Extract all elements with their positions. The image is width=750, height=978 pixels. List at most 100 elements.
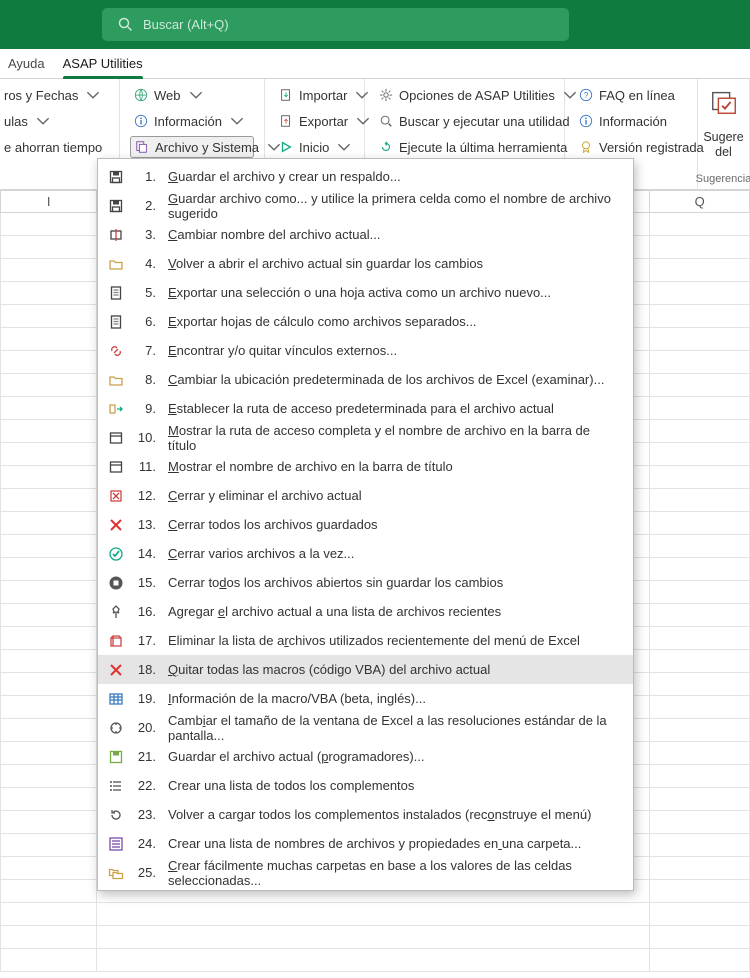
menu-label: Crear fácilmente muchas carpetas en base… xyxy=(168,858,619,888)
tab-asap-utilities[interactable]: ASAP Utilities xyxy=(63,48,143,78)
globe-icon xyxy=(134,88,148,102)
del-icon xyxy=(108,488,124,504)
menu-label: Guardar archivo como... y utilice la pri… xyxy=(168,191,619,221)
btn-ultima-herramienta[interactable]: Ejecute la última herramienta xyxy=(375,136,554,158)
menu-num: 6. xyxy=(136,314,156,329)
chevron-down-icon xyxy=(230,114,244,128)
menu-num: 7. xyxy=(136,343,156,358)
menu-item-24[interactable]: 24.Crear una lista de nombres de archivo… xyxy=(98,829,633,858)
save-icon xyxy=(108,169,124,185)
folder-icon xyxy=(108,256,124,272)
btn-numeros-fechas[interactable]: ros y Fechas xyxy=(0,84,109,106)
win-icon xyxy=(108,459,124,475)
menu-item-18[interactable]: 18.Quitar todas las macros (código VBA) … xyxy=(98,655,633,684)
btn-inicio[interactable]: Inicio xyxy=(275,136,354,158)
menu-num: 11. xyxy=(136,459,156,474)
resize-icon xyxy=(108,720,124,736)
menu-label: Volver a abrir el archivo actual sin gua… xyxy=(168,256,619,271)
rename-icon xyxy=(108,227,124,243)
export-icon xyxy=(279,114,293,128)
search-icon xyxy=(118,17,133,32)
menu-item-17[interactable]: 17. Eliminar la lista de archivos utiliza… xyxy=(98,626,633,655)
menu-item-14[interactable]: 14. Cerrar varios archivos a la vez... xyxy=(98,539,633,568)
menu-item-19[interactable]: 19.Información de la macro/VBA (beta, in… xyxy=(98,684,633,713)
pin-icon xyxy=(108,604,124,620)
menu-item-25[interactable]: 25. Crear fácilmente muchas carpetas en b… xyxy=(98,858,633,887)
menu-item-21[interactable]: 21.Guardar el archivo actual (programado… xyxy=(98,742,633,771)
folder-icon xyxy=(108,372,124,388)
menu-item-9[interactable]: 9.Establecer la ruta de acceso predeterm… xyxy=(98,394,633,423)
menu-item-15[interactable]: 15.Cerrar todos los archivos abiertos si… xyxy=(98,568,633,597)
search-box[interactable]: Buscar (Alt+Q) xyxy=(102,8,569,41)
menu-item-6[interactable]: 6. Exportar hojas de cálculo como archivo… xyxy=(98,307,633,336)
menu-item-5[interactable]: 5.Exportar una selección o una hoja acti… xyxy=(98,278,633,307)
menu-item-10[interactable]: 10. Mostrar la ruta de acceso completa y … xyxy=(98,423,633,452)
menu-item-7[interactable]: 7.Encontrar y/o quitar vínculos externos… xyxy=(98,336,633,365)
menu-num: 16. xyxy=(136,604,156,619)
menu-item-13[interactable]: 13.Cerrar todos los archivos guardados xyxy=(98,510,633,539)
btn-version[interactable]: Versión registrada xyxy=(575,136,687,158)
btn-buscar-utilidad[interactable]: Buscar y ejecutar una utilidad xyxy=(375,110,554,132)
menu-item-16[interactable]: 16.Agregar el archivo actual a una lista… xyxy=(98,597,633,626)
menu-num: 23. xyxy=(136,807,156,822)
suggestions-icon[interactable] xyxy=(709,87,739,117)
menu-num: 14. xyxy=(136,546,156,561)
help-icon: ? xyxy=(579,88,593,102)
menu-item-4[interactable]: 4.Volver a abrir el archivo actual sin g… xyxy=(98,249,633,278)
chevron-down-icon xyxy=(86,88,100,102)
btn-archivo-sistema[interactable]: Archivo y Sistema xyxy=(130,136,254,158)
menu-num: 25. xyxy=(136,865,156,880)
menu-label: Cerrar varios archivos a la vez... xyxy=(168,546,619,561)
col-header-I[interactable]: I xyxy=(1,191,97,213)
recent-icon xyxy=(108,633,124,649)
reload-icon xyxy=(108,807,124,823)
btn-ahorran-tiempo[interactable]: e ahorran tiempo xyxy=(0,136,109,158)
btn-importar[interactable]: Importar xyxy=(275,84,354,106)
save-icon xyxy=(108,198,124,214)
doc-icon xyxy=(108,314,124,330)
btn-faq[interactable]: ? FAQ en línea xyxy=(575,84,687,106)
menu-label: Guardar el archivo actual (programadores… xyxy=(168,749,619,764)
menu-item-22[interactable]: 22.Crear una lista de todos los compleme… xyxy=(98,771,633,800)
tab-ayuda[interactable]: Ayuda xyxy=(8,48,45,78)
menu-num: 20. xyxy=(136,720,156,735)
menu-label: Cerrar y eliminar el archivo actual xyxy=(168,488,619,503)
ribbon-tabs: Ayuda ASAP Utilities xyxy=(0,49,750,79)
menu-item-2[interactable]: 2. Guardar archivo como... y utilice la p… xyxy=(98,191,633,220)
btn-opciones-asap[interactable]: Opciones de ASAP Utilities xyxy=(375,84,554,106)
group-label: Sugerencia xyxy=(696,173,750,185)
menu-item-11[interactable]: 11.Mostrar el nombre de archivo en la ba… xyxy=(98,452,633,481)
btn-formulas[interactable]: ulas xyxy=(0,110,109,132)
col-header-Q[interactable]: Q xyxy=(650,191,750,213)
btn-info[interactable]: Información xyxy=(575,110,687,132)
menu-label: Exportar hojas de cálculo como archivos … xyxy=(168,314,619,329)
btn-web[interactable]: Web xyxy=(130,84,254,106)
menu-num: 2. xyxy=(136,198,156,213)
folders-icon xyxy=(108,865,124,881)
list-icon xyxy=(108,778,124,794)
svg-text:?: ? xyxy=(584,91,589,100)
link-icon xyxy=(108,343,124,359)
menu-item-1[interactable]: 1.Guardar el archivo y crear un respaldo… xyxy=(98,162,633,191)
menu-item-8[interactable]: 8.Cambiar la ubicación predeterminada de… xyxy=(98,365,633,394)
menu-label: Volver a cargar todos los complementos i… xyxy=(168,807,619,822)
btn-informacion[interactable]: Información xyxy=(130,110,254,132)
menu-label: Crear una lista de todos los complemento… xyxy=(168,778,619,793)
menu-item-12[interactable]: 12. Cerrar y eliminar el archivo actual xyxy=(98,481,633,510)
menu-label: Cambiar el tamaño de la ventana de Excel… xyxy=(168,713,619,743)
badge-icon xyxy=(579,140,593,154)
btn-exportar[interactable]: Exportar xyxy=(275,110,354,132)
ribbon-group-6: Sugere del Sugerencia xyxy=(698,79,750,189)
chevron-down-icon xyxy=(36,114,50,128)
menu-item-3[interactable]: 3.Cambiar nombre del archivo actual... xyxy=(98,220,633,249)
menu-item-23[interactable]: 23. Volver a cargar todos los complemento… xyxy=(98,800,633,829)
menu-num: 17. xyxy=(136,633,156,648)
menu-num: 12. xyxy=(136,488,156,503)
import-icon xyxy=(279,88,293,102)
menu-label: Eliminar la lista de archivos utilizados… xyxy=(168,633,619,648)
menu-num: 10. xyxy=(136,430,156,445)
menu-item-20[interactable]: 20. Cambiar el tamaño de la ventana de Ex… xyxy=(98,713,633,742)
menu-label: Mostrar la ruta de acceso completa y el … xyxy=(168,423,619,453)
grid-icon xyxy=(108,691,124,707)
menu-num: 13. xyxy=(136,517,156,532)
